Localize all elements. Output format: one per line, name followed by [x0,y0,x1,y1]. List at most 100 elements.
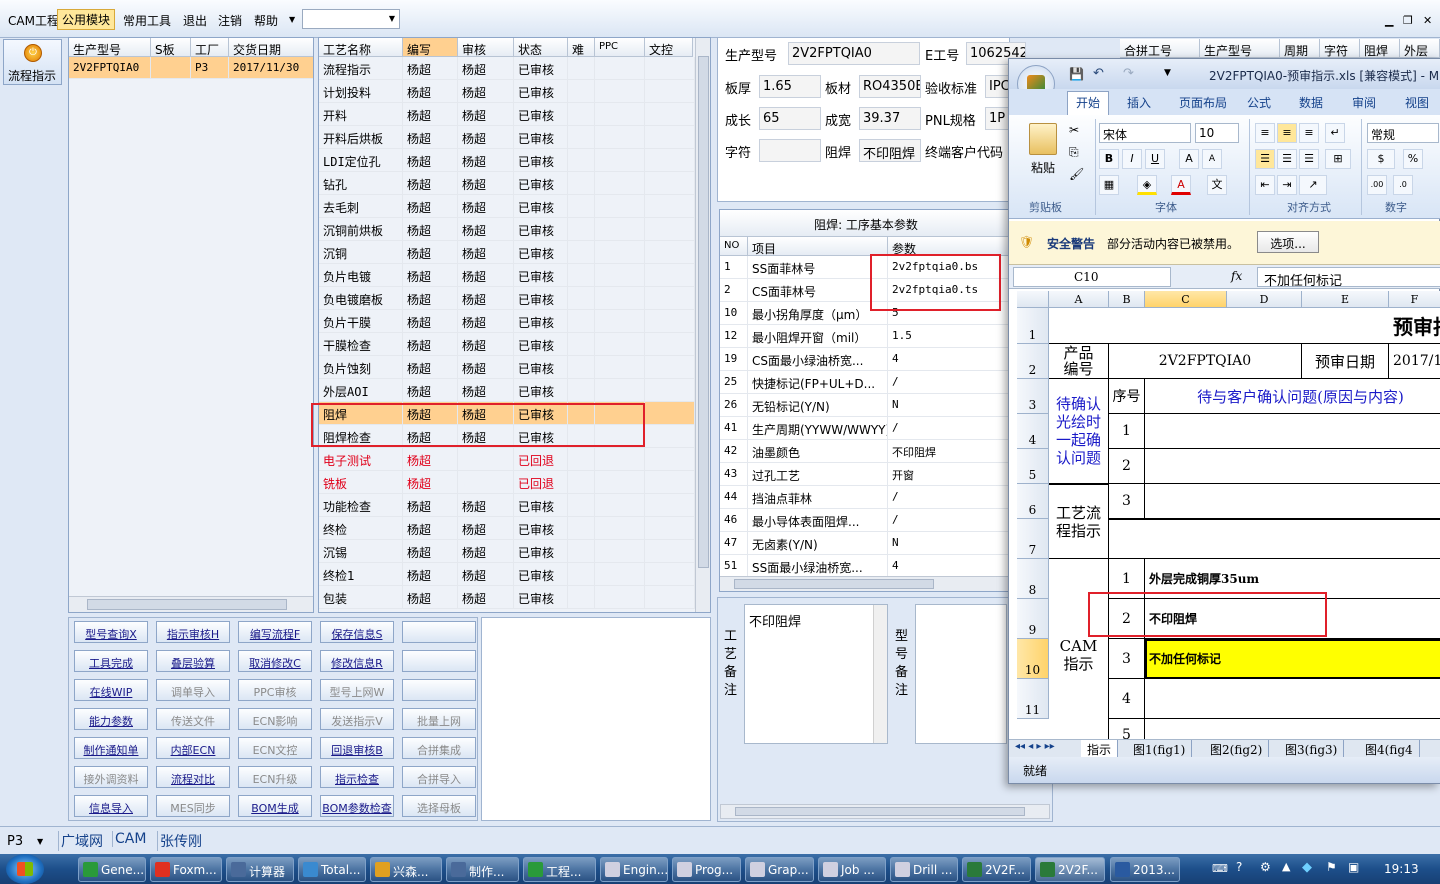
sheet-tab-4[interactable]: 图4(fig4 [1359,740,1420,757]
align-bottom-icon[interactable]: ≡ [1299,123,1319,143]
taskbar-item-6[interactable]: 工程... [523,857,596,882]
cell-product-value[interactable]: 2V2FPTQIA0 [1109,344,1302,379]
border-icon[interactable]: ▦ [1099,175,1119,195]
merge-header-job[interactable]: 合拼工号 [1120,39,1200,58]
action-button-1-0[interactable]: 工具完成 [74,650,148,672]
underline-icon[interactable]: U [1145,149,1165,169]
action-button-2-2[interactable]: PPC审核 [238,679,312,701]
menu-tools[interactable]: 常用工具 [119,11,175,30]
currency-icon[interactable]: $ [1367,149,1395,169]
merge-header-cycle[interactable]: 周期 [1280,39,1320,58]
merge-header-outer[interactable]: 外层 [1400,39,1440,58]
row-header-6[interactable]: 6 [1017,484,1049,519]
action-button-4-2[interactable]: ECN文控 [238,737,312,759]
taskbar-item-4[interactable]: 兴森... [370,857,442,882]
memo-hscrollbar[interactable] [720,804,1050,819]
merge-center-icon[interactable]: ⊞ [1325,149,1351,169]
select-all-corner[interactable] [1017,291,1049,308]
cell-confirm-1[interactable]: 1 [1109,414,1145,449]
row-header-7[interactable]: 7 [1017,519,1049,559]
model-memo-textarea[interactable] [915,604,1007,744]
cell-cam-4[interactable]: 4 [1109,679,1145,719]
sheet-tab-0[interactable]: 指示 [1081,740,1119,757]
cell-cam-label[interactable]: CAM指示 [1049,559,1109,739]
orders-hscrollbar[interactable] [69,596,313,612]
cell-cam-3-text[interactable]: 不加任何标记 [1145,639,1440,679]
close-icon[interactable]: ✕ [1423,14,1432,27]
char-field[interactable] [759,139,821,162]
merge-header-mask[interactable]: 阻焊 [1360,39,1400,58]
align-left-icon[interactable]: ☰ [1255,149,1275,169]
taskbar-item-14[interactable]: 2013... [1110,857,1180,882]
action-button-3-2[interactable]: ECN影响 [238,708,312,730]
taskbar-item-10[interactable]: Job ... [818,857,886,882]
taskbar-item-2[interactable]: 计算器 [226,857,294,882]
action-button-6-1[interactable]: MES同步 [156,795,230,817]
security-options-button[interactable]: 选项... [1257,231,1319,253]
row-header-1[interactable]: 1 [1017,308,1049,344]
action-button-5-2[interactable]: ECN升级 [238,766,312,788]
menu-logout[interactable]: 注销 [214,11,246,30]
cell-confirm-3[interactable]: 3 [1109,484,1145,519]
action-button-2-1[interactable]: 调单导入 [156,679,230,701]
format-painter-icon[interactable]: 🖌 [1069,167,1084,181]
tray-keyboard-icon[interactable]: ⌨ [1212,862,1228,875]
process-header-difficulty[interactable]: 难 [568,38,595,57]
copy-icon[interactable]: ⎘ [1069,145,1079,160]
cell-confirm-label[interactable]: 待确认光绘时一起确认问题 [1049,379,1109,484]
paste-icon[interactable] [1029,123,1057,155]
number-format-select[interactable]: 常规 [1367,123,1439,143]
cell-flow-text[interactable] [1109,519,1440,559]
row-header-9[interactable]: 9 [1017,599,1049,639]
taskbar-item-5[interactable]: 制作... [446,857,519,882]
process-header-reviewer[interactable]: 审核 [458,38,514,57]
tab-review[interactable]: 审阅 [1352,94,1376,111]
tab-insert[interactable]: 插入 [1127,94,1151,111]
params-hscrollbar[interactable] [720,576,1010,591]
action-button-1-4[interactable] [402,650,476,672]
restore-icon[interactable]: ❐ [1403,14,1413,27]
cell-confirm-2[interactable]: 2 [1109,449,1145,484]
cell-cam-3[interactable]: 3 [1109,639,1145,679]
column-header-D[interactable]: D [1227,291,1302,308]
action-button-3-1[interactable]: 传送文件 [156,708,230,730]
mask-field[interactable]: 不印阻焊 [859,139,921,162]
decrease-decimal-icon[interactable]: .0 [1393,175,1413,195]
paste-label[interactable]: 粘贴 [1031,159,1055,176]
decrease-indent-icon[interactable]: ⇤ [1255,175,1275,195]
craft-memo-textarea[interactable]: 不印阻焊 [744,604,888,744]
action-button-4-1[interactable]: 内部ECN [156,737,230,759]
thickness-field[interactable]: 1.65 [759,75,821,98]
tab-home[interactable]: 开始 [1067,91,1110,115]
tab-view[interactable]: 视图 [1405,94,1429,111]
fx-icon[interactable]: fx [1231,269,1242,283]
font-shrink-icon[interactable]: A [1202,149,1222,169]
taskbar-item-8[interactable]: Prog... [672,857,741,882]
process-header-writer[interactable]: 编写 [403,38,458,57]
action-button-6-0[interactable]: 信息导入 [74,795,148,817]
action-button-5-3[interactable]: 指示检查 [320,766,394,788]
fill-color-icon[interactable]: ◈ [1137,175,1157,195]
status-combo[interactable]: P3 [7,834,23,849]
align-middle-icon[interactable]: ≡ [1277,123,1297,143]
action-button-0-2[interactable]: 编写流程F [238,621,312,643]
minimize-icon[interactable]: ▁ [1385,14,1393,27]
increase-decimal-icon[interactable]: .00 [1367,175,1387,195]
action-button-2-4[interactable] [402,679,476,701]
font-color-icon[interactable]: A [1171,175,1191,195]
cell-cam-4-text[interactable] [1145,679,1440,719]
cell-confirm-2-text[interactable] [1145,449,1440,484]
align-center-icon[interactable]: ☰ [1277,149,1297,169]
wrap-text-icon[interactable]: ↵ [1325,123,1345,143]
action-button-3-0[interactable]: 能力参数 [74,708,148,730]
tab-data[interactable]: 数据 [1299,94,1323,111]
process-vscrollbar[interactable] [695,38,710,612]
cut-icon[interactable]: ✂ [1069,123,1079,137]
cell-product-label[interactable]: 产品编号 [1049,344,1109,379]
process-header-doc[interactable]: 文控 [645,38,693,57]
save-icon[interactable]: 💾 [1069,67,1084,81]
taskbar-item-0[interactable]: Gene... [78,857,146,882]
column-header-B[interactable]: B [1109,291,1145,308]
params-header-item[interactable]: 项目 [748,237,888,256]
cell-confirm-header[interactable]: 待与客户确认问题(原因与内容) [1145,379,1440,414]
